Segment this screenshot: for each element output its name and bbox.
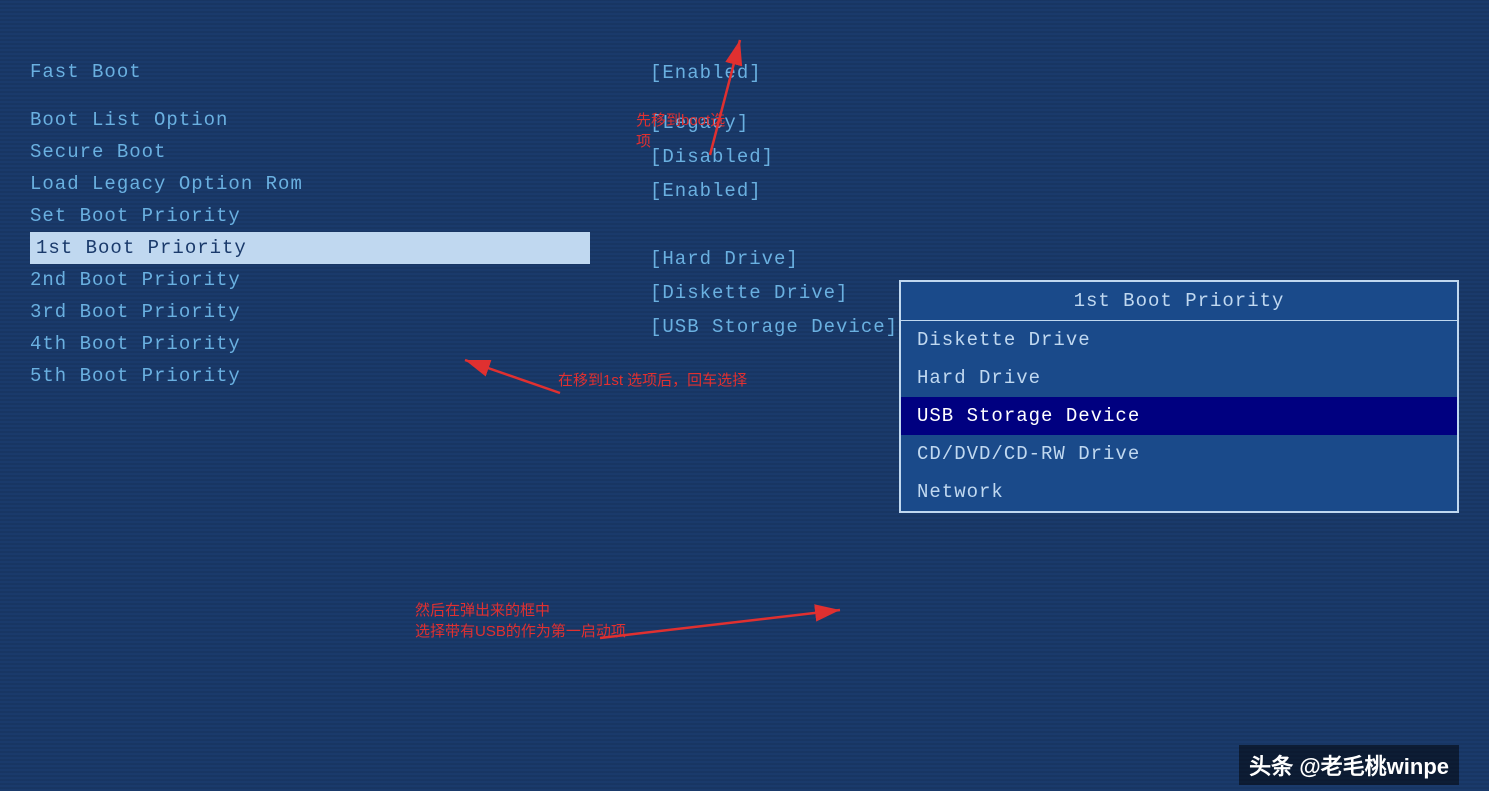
value-boot-list-option: [Legacy] <box>650 106 1459 140</box>
setting-boot-list-option[interactable]: Boot List Option <box>30 104 590 136</box>
annotation-1st: 在移到1st 选项后，回车选择 <box>558 370 747 391</box>
settings-list: Fast Boot Boot List Option Secure Boot L… <box>30 56 590 412</box>
setting-2nd-boot-priority[interactable]: 2nd Boot Priority <box>30 264 590 296</box>
popup-item-usb[interactable]: USB Storage Device <box>901 397 1457 435</box>
value-spacer <box>650 90 1459 106</box>
setting-5th-boot-priority[interactable]: 5th Boot Priority <box>30 360 590 392</box>
popup-item-diskette[interactable]: Diskette Drive <box>901 321 1457 359</box>
watermark: 头条 @老毛桃winpe <box>1239 745 1459 785</box>
annotation-usb: 然后在弹出来的框中选择带有USB的作为第一启动项 <box>415 600 626 642</box>
annotation-boot: 先移到boot选项 <box>636 110 725 152</box>
boot-priority-popup: 1st Boot Priority Diskette Drive Hard Dr… <box>899 280 1459 513</box>
value-1st-boot-priority: [Hard Drive] <box>650 242 1459 276</box>
setting-secure-boot[interactable]: Secure Boot <box>30 136 590 168</box>
value-set-boot-priority <box>650 208 1459 242</box>
setting-1st-boot-priority[interactable]: 1st Boot Priority <box>30 232 590 264</box>
setting-load-legacy[interactable]: Load Legacy Option Rom <box>30 168 590 200</box>
value-fast-boot: [Enabled] <box>650 56 1459 90</box>
value-secure-boot: [Disabled] <box>650 140 1459 174</box>
setting-4th-boot-priority[interactable]: 4th Boot Priority <box>30 328 590 360</box>
popup-item-cdrom[interactable]: CD/DVD/CD-RW Drive <box>901 435 1457 473</box>
popup-item-network[interactable]: Network <box>901 473 1457 511</box>
popup-item-hard-drive[interactable]: Hard Drive <box>901 359 1457 397</box>
popup-title: 1st Boot Priority <box>901 282 1457 321</box>
setting-set-boot-priority[interactable]: Set Boot Priority <box>30 200 590 232</box>
setting-3rd-boot-priority[interactable]: 3rd Boot Priority <box>30 296 590 328</box>
value-load-legacy: [Enabled] <box>650 174 1459 208</box>
setting-fast-boot[interactable]: Fast Boot <box>30 56 590 88</box>
setting-spacer <box>30 88 590 104</box>
